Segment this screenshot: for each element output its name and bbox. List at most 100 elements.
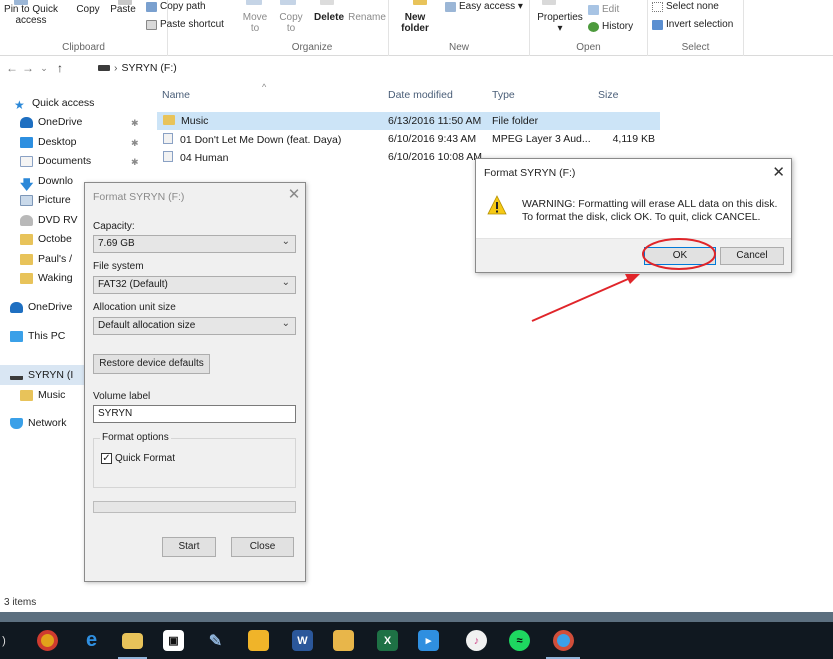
- address-bar[interactable]: › SYRYN (F:): [98, 59, 177, 77]
- up-arrow-icon[interactable]: ↑: [52, 61, 68, 75]
- sidebar-item-network[interactable]: Network: [10, 413, 67, 433]
- edit-button[interactable]: Edit: [588, 4, 619, 15]
- close-icon[interactable]: ✕: [772, 163, 785, 181]
- spotify-icon[interactable]: ≈: [509, 630, 530, 651]
- table-row[interactable]: Music 6/13/2016 11:50 AM File folder: [157, 112, 660, 130]
- annotation-arrow: [531, 278, 629, 322]
- excel-icon[interactable]: X: [377, 630, 398, 651]
- checkmark-icon[interactable]: ✓: [101, 453, 112, 464]
- new-folder-button[interactable]: New folder: [395, 12, 435, 34]
- new-group-label: New: [448, 42, 469, 53]
- recent-chevron-down-icon[interactable]: ⌄: [36, 63, 52, 74]
- select-none-button[interactable]: Select none: [652, 1, 719, 12]
- pin-icon[interactable]: ✱: [131, 157, 139, 168]
- volume-label-label: Volume label: [93, 391, 151, 402]
- cloud-icon: [20, 116, 33, 128]
- easy-access-icon: [445, 1, 456, 12]
- edit-icon: [588, 4, 599, 15]
- word-icon[interactable]: W: [292, 630, 313, 651]
- volume-label-input[interactable]: SYRYN: [93, 405, 296, 423]
- start-button[interactable]: Start: [162, 537, 216, 557]
- rename-button[interactable]: Rename: [348, 12, 386, 23]
- chrome-icon[interactable]: [37, 630, 58, 651]
- sidebar-item-pictures[interactable]: Picture: [20, 190, 71, 210]
- sidebar-item-october[interactable]: Octobe: [20, 229, 72, 249]
- warning-icon: [487, 195, 507, 215]
- format-warning-dialog: Format SYRYN (F:) ✕ WARNING: Formatting …: [475, 158, 792, 273]
- taskbar: ) e ▣ ✎ W X ▸ ♪ ≈: [0, 622, 833, 659]
- copy-to-icon: [280, 0, 296, 5]
- sidebar-item-downloads[interactable]: 🡇 Downlo: [20, 171, 73, 192]
- lightbulb-icon[interactable]: [248, 630, 269, 651]
- pin-to-quick-access-button[interactable]: Pin to Quick access: [2, 4, 60, 26]
- sidebar-item-desktop[interactable]: Desktop: [20, 132, 77, 152]
- paint-icon[interactable]: ✎: [205, 630, 226, 651]
- itunes-icon[interactable]: ♪: [466, 630, 487, 651]
- sidebar-item-quick-access[interactable]: ★ Quick access: [14, 93, 94, 113]
- delete-icon: [320, 0, 334, 5]
- column-header-size[interactable]: Size: [598, 89, 618, 101]
- paste-button[interactable]: Paste: [108, 4, 138, 15]
- file-explorer-icon[interactable]: [122, 633, 143, 649]
- format-progress-bar: [93, 501, 296, 513]
- copy-path-button[interactable]: Copy path: [146, 1, 206, 12]
- breadcrumb[interactable]: SYRYN (F:): [122, 62, 177, 74]
- annotation-arrowhead: [625, 274, 640, 284]
- back-arrow-icon[interactable]: ←: [4, 61, 20, 75]
- format-options-label: Format options: [100, 432, 171, 443]
- ribbon-group-clipboard: Pin to Quick access Copy Paste Copy path…: [0, 0, 224, 56]
- ok-button[interactable]: OK: [644, 247, 716, 265]
- column-header-date[interactable]: Date modified: [388, 89, 453, 101]
- copy-path-icon: [146, 1, 157, 12]
- sidebar-item-dvd[interactable]: DVD RV: [20, 210, 77, 230]
- copy-to-button[interactable]: Copy to: [274, 12, 308, 34]
- breadcrumb-chevron-icon: ›: [114, 62, 118, 74]
- sidebar-item-this-pc[interactable]: This PC: [10, 326, 65, 346]
- sidebar-item-waking[interactable]: Waking: [20, 268, 73, 288]
- move-to-button[interactable]: Move to: [238, 12, 272, 34]
- allocation-unit-select[interactable]: Default allocation size ⌄: [93, 317, 296, 335]
- chevron-down-icon: ⌄: [281, 318, 290, 329]
- close-button[interactable]: Close: [231, 537, 294, 557]
- cloud-icon: [10, 301, 23, 313]
- sidebar-item-onedrive[interactable]: OneDrive: [10, 297, 72, 317]
- folder-icon: [20, 389, 33, 401]
- sidebar-item-documents[interactable]: Documents: [20, 151, 91, 171]
- documents-icon: [20, 155, 33, 167]
- copy-button[interactable]: Copy: [74, 4, 102, 15]
- drive-icon: [10, 370, 23, 380]
- allocation-unit-label: Allocation unit size: [93, 302, 176, 313]
- edge-icon[interactable]: e: [81, 629, 102, 651]
- screen: Pin to Quick access Copy Paste Copy path…: [0, 0, 833, 659]
- column-header-type[interactable]: Type: [492, 89, 515, 101]
- warning-dialog-title: Format SYRYN (F:): [484, 167, 576, 179]
- sidebar-item-pauls[interactable]: Paul's /: [20, 249, 72, 269]
- column-header-name[interactable]: Name: [162, 89, 190, 101]
- close-icon[interactable]: ✕: [285, 186, 303, 204]
- cancel-button[interactable]: Cancel: [720, 247, 784, 265]
- ribbon: Pin to Quick access Copy Paste Copy path…: [0, 0, 833, 56]
- start-edge-icon[interactable]: ): [0, 630, 8, 651]
- capacity-label: Capacity:: [93, 221, 135, 232]
- store-icon[interactable]: ▣: [163, 630, 184, 651]
- delete-button[interactable]: Delete: [312, 12, 346, 23]
- media-player-icon[interactable]: ▸: [418, 630, 439, 651]
- capacity-select[interactable]: 7.69 GB ⌄: [93, 235, 296, 253]
- sidebar-item-onedrive-pinned[interactable]: OneDrive: [20, 112, 82, 132]
- restore-defaults-button[interactable]: Restore device defaults: [93, 354, 210, 374]
- pin-icon[interactable]: ✱: [131, 118, 139, 129]
- history-button[interactable]: History: [588, 21, 633, 32]
- properties-button[interactable]: Properties ▾: [532, 12, 588, 34]
- table-row[interactable]: 01 Don't Let Me Down (feat. Daya) 6/10/2…: [157, 130, 660, 148]
- sidebar-item-music[interactable]: Music: [20, 385, 65, 405]
- paste-shortcut-button[interactable]: Paste shortcut: [146, 19, 224, 30]
- forward-arrow-icon[interactable]: →: [20, 61, 36, 75]
- invert-selection-button[interactable]: Invert selection: [652, 19, 733, 30]
- chrome-canary-icon[interactable]: [553, 630, 574, 651]
- easy-access-button[interactable]: Easy access ▾: [445, 1, 523, 12]
- quick-format-checkbox[interactable]: ✓ Quick Format: [101, 453, 175, 464]
- ribbon-group-select: Select none Invert selection Select: [648, 0, 744, 56]
- file-system-select[interactable]: FAT32 (Default) ⌄: [93, 276, 296, 294]
- pin-icon[interactable]: ✱: [131, 138, 139, 149]
- calculator-icon[interactable]: [333, 630, 354, 651]
